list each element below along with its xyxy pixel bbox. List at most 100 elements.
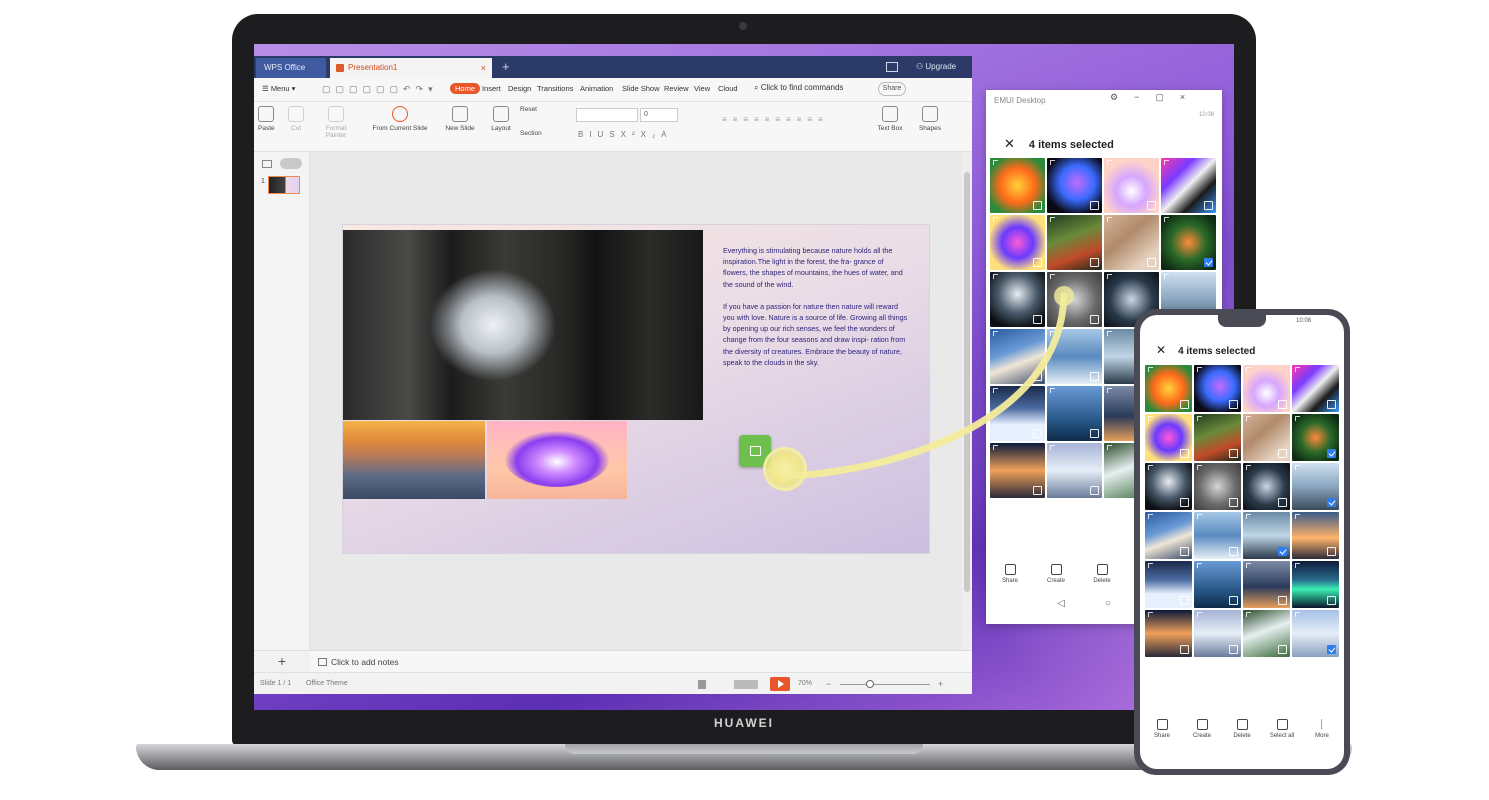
select-checkbox[interactable] bbox=[1278, 498, 1287, 507]
text-format-buttons[interactable]: BIUSX²X₂A bbox=[578, 130, 672, 139]
select-checkbox[interactable] bbox=[1180, 449, 1189, 458]
select-checkbox[interactable] bbox=[1180, 645, 1189, 654]
select-checkbox[interactable] bbox=[1090, 315, 1099, 324]
select-checkbox[interactable] bbox=[1090, 486, 1099, 495]
outline-view-icon[interactable] bbox=[262, 160, 272, 168]
scrollbar-thumb[interactable] bbox=[964, 172, 970, 592]
photo-tile[interactable] bbox=[1161, 158, 1216, 213]
thumbnail-toggle[interactable] bbox=[280, 158, 302, 169]
select-checkbox[interactable] bbox=[1180, 400, 1189, 409]
view-mode-buttons[interactable] bbox=[698, 680, 758, 689]
photo-tile[interactable] bbox=[1047, 215, 1102, 270]
select-checkbox[interactable] bbox=[1204, 258, 1213, 267]
photo-tile[interactable] bbox=[1194, 561, 1241, 608]
select-checkbox[interactable] bbox=[1229, 547, 1238, 556]
phone-delete-button[interactable]: Delete bbox=[1224, 719, 1260, 739]
notes-bar[interactable]: Click to add notes bbox=[310, 650, 972, 672]
select-checkbox[interactable] bbox=[1033, 201, 1042, 210]
tab-design[interactable]: Design bbox=[508, 84, 531, 93]
select-checkbox[interactable] bbox=[1278, 449, 1287, 458]
zoom-out-button[interactable]: − bbox=[826, 673, 831, 695]
zoom-in-button[interactable]: + bbox=[938, 673, 943, 695]
select-checkbox[interactable] bbox=[1229, 498, 1238, 507]
tab-presentation[interactable]: Presentation1 × bbox=[330, 58, 492, 78]
photo-tile[interactable] bbox=[990, 443, 1045, 498]
phone-share-button[interactable]: Share bbox=[1144, 719, 1180, 739]
slideshow-play-button[interactable] bbox=[770, 677, 790, 691]
select-checkbox[interactable] bbox=[1033, 429, 1042, 438]
select-checkbox[interactable] bbox=[1327, 498, 1336, 507]
select-checkbox[interactable] bbox=[1327, 547, 1336, 556]
new-slide-button[interactable]: New Slide bbox=[440, 106, 480, 132]
photo-tile[interactable] bbox=[990, 158, 1045, 213]
slide-text-box[interactable]: Everything is stimulating because nature… bbox=[723, 245, 909, 379]
photo-tile[interactable] bbox=[1292, 414, 1339, 461]
select-checkbox[interactable] bbox=[1147, 201, 1156, 210]
tab-home[interactable]: Home bbox=[450, 83, 481, 94]
flower-photo[interactable] bbox=[487, 421, 627, 499]
share-button[interactable]: Share bbox=[878, 82, 906, 96]
phone-more-button[interactable]: More bbox=[1304, 719, 1340, 739]
select-checkbox[interactable] bbox=[1180, 498, 1189, 507]
select-checkbox[interactable] bbox=[1278, 645, 1287, 654]
window-layout-icon[interactable] bbox=[886, 62, 898, 72]
select-checkbox[interactable] bbox=[1090, 372, 1099, 381]
phone-close-selection-icon[interactable]: ✕ bbox=[1156, 343, 1166, 357]
zoom-slider-knob[interactable] bbox=[866, 680, 874, 688]
photo-tile[interactable] bbox=[1292, 610, 1339, 657]
quick-access-icons[interactable]: ▢▢▢▢▢▢↶↷▾ bbox=[322, 84, 438, 95]
select-checkbox[interactable] bbox=[1033, 258, 1042, 267]
photo-tile[interactable] bbox=[1145, 414, 1192, 461]
select-checkbox[interactable] bbox=[1229, 645, 1238, 654]
photo-tile[interactable] bbox=[1243, 365, 1290, 412]
photo-tile[interactable] bbox=[1243, 414, 1290, 461]
photo-tile[interactable] bbox=[1194, 610, 1241, 657]
select-checkbox[interactable] bbox=[1033, 372, 1042, 381]
select-checkbox[interactable] bbox=[1147, 258, 1156, 267]
zoom-level[interactable]: 70% bbox=[798, 673, 812, 695]
city-photo[interactable] bbox=[343, 421, 485, 499]
emui-share-button[interactable]: Share bbox=[990, 564, 1030, 584]
tab-cloud[interactable]: Cloud bbox=[718, 84, 738, 93]
photo-tile[interactable] bbox=[1161, 215, 1216, 270]
photo-tile[interactable] bbox=[1104, 215, 1159, 270]
from-current-slide-button[interactable]: From Current Slide bbox=[364, 106, 436, 132]
photo-tile[interactable] bbox=[1292, 561, 1339, 608]
select-checkbox[interactable] bbox=[1327, 596, 1336, 605]
format-painter-button[interactable]: Format Painter bbox=[316, 106, 356, 139]
photo-tile[interactable] bbox=[1194, 365, 1241, 412]
select-checkbox[interactable] bbox=[1033, 486, 1042, 495]
photo-tile[interactable] bbox=[1145, 512, 1192, 559]
tab-review[interactable]: Review bbox=[664, 84, 689, 93]
photo-tile[interactable] bbox=[1047, 272, 1102, 327]
shapes-button[interactable]: Shapes bbox=[914, 106, 946, 132]
photo-tile[interactable] bbox=[1243, 610, 1290, 657]
photo-tile[interactable] bbox=[990, 386, 1045, 441]
photo-tile[interactable] bbox=[990, 272, 1045, 327]
select-checkbox[interactable] bbox=[1278, 400, 1287, 409]
slide[interactable]: Everything is stimulating because nature… bbox=[342, 224, 930, 554]
phone-create-button[interactable]: Create bbox=[1184, 719, 1220, 739]
vertical-scrollbar[interactable] bbox=[962, 152, 972, 650]
select-checkbox[interactable] bbox=[1180, 547, 1189, 556]
add-slide-button[interactable]: + bbox=[254, 650, 310, 672]
paste-button[interactable]: Paste bbox=[258, 106, 275, 132]
select-checkbox[interactable] bbox=[1090, 258, 1099, 267]
emui-delete-button[interactable]: Delete bbox=[1082, 564, 1122, 584]
select-checkbox[interactable] bbox=[1327, 400, 1336, 409]
zoom-slider[interactable] bbox=[840, 684, 930, 685]
upgrade-button[interactable]: ⚇ Upgrade bbox=[916, 60, 956, 74]
photo-tile[interactable] bbox=[1292, 512, 1339, 559]
command-search[interactable]: ⌕ Click to find commands bbox=[754, 83, 843, 93]
photo-tile[interactable] bbox=[1145, 610, 1192, 657]
close-tab-icon[interactable]: × bbox=[481, 58, 486, 78]
emui-window-controls[interactable]: ⚙−▢× bbox=[1110, 92, 1201, 103]
layout-button[interactable]: Layout bbox=[486, 106, 516, 132]
photo-tile[interactable] bbox=[1145, 463, 1192, 510]
photo-tile[interactable] bbox=[1194, 463, 1241, 510]
photo-tile[interactable] bbox=[990, 215, 1045, 270]
tab-slide-show[interactable]: Slide Show bbox=[622, 84, 660, 93]
select-checkbox[interactable] bbox=[1229, 449, 1238, 458]
section-button[interactable]: Section bbox=[520, 130, 564, 137]
paragraph-buttons[interactable]: ≡≡≡≡≡≡≡≡≡≡ bbox=[722, 110, 872, 130]
